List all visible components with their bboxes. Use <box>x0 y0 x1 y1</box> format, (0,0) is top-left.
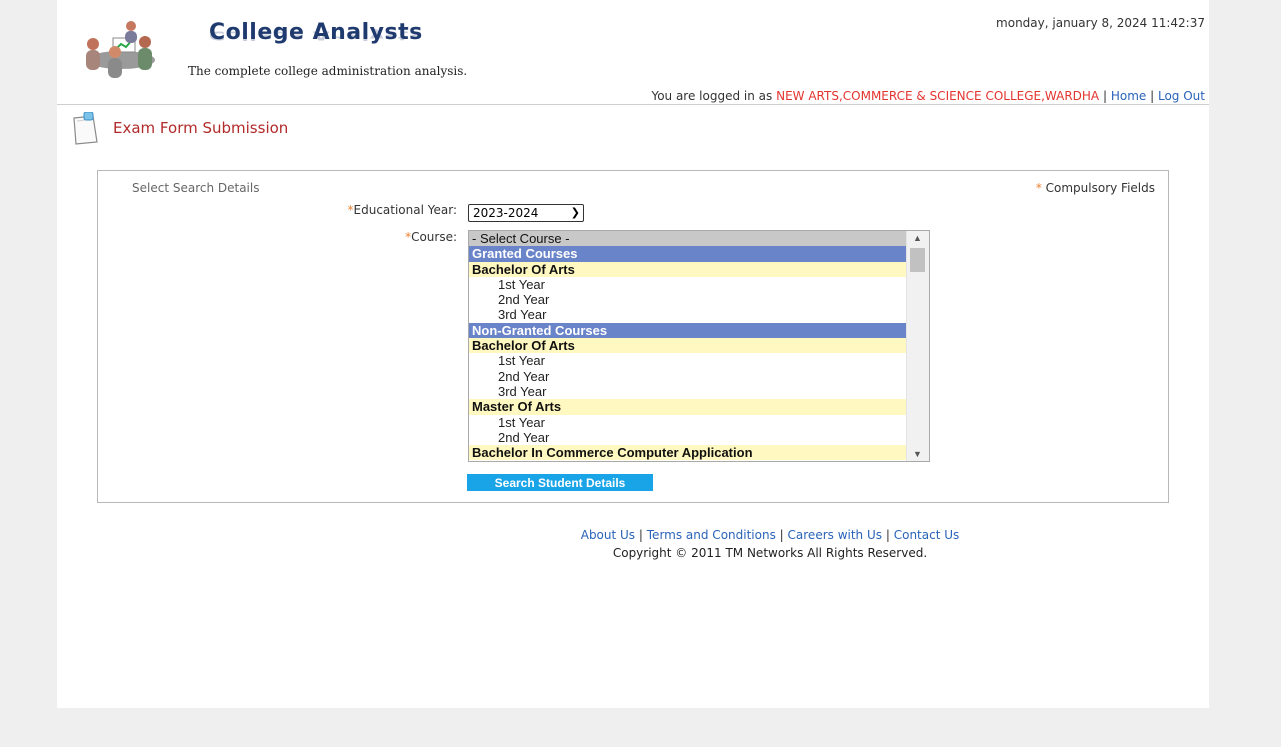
logout-link[interactable]: Log Out <box>1158 89 1205 103</box>
required-marker: * <box>1035 181 1042 195</box>
home-link[interactable]: Home <box>1111 89 1146 103</box>
educational-year-value: 2023-2024 <box>473 206 539 220</box>
course-option[interactable]: 2nd Year <box>469 430 929 445</box>
course-option[interactable]: 1st Year <box>469 277 929 292</box>
course-option[interactable]: Master Of Arts <box>469 399 929 415</box>
course-option[interactable]: 2nd Year <box>469 292 929 307</box>
brand-reflection: College Analysts <box>209 28 423 42</box>
compulsory-note: * Compulsory Fields <box>1036 181 1155 195</box>
compulsory-label: Compulsory Fields <box>1045 181 1155 195</box>
scroll-down-icon[interactable]: ▼ <box>913 449 922 459</box>
about-us-link[interactable]: About Us <box>581 528 635 542</box>
search-student-details-button[interactable]: Search Student Details <box>467 474 653 491</box>
separator: | <box>779 528 784 542</box>
chevron-down-icon: ❯ <box>570 206 580 219</box>
brand-tagline: The complete college administration anal… <box>188 64 468 78</box>
course-option[interactable]: 2nd Year <box>469 369 929 384</box>
scroll-thumb[interactable] <box>910 248 925 272</box>
course-option[interactable]: Non-Granted Courses <box>469 322 929 339</box>
course-list-scrollbar[interactable]: ▲ ▼ <box>906 231 929 461</box>
footer-links: About Us | Terms and Conditions | Career… <box>57 528 1281 542</box>
separator: | <box>638 528 643 542</box>
course-option[interactable]: 1st Year <box>469 353 929 368</box>
course-label: *Course: <box>405 230 457 244</box>
terms-link[interactable]: Terms and Conditions <box>647 528 776 542</box>
course-option[interactable]: Bachelor In Commerce Computer Applicatio… <box>469 445 929 461</box>
course-option[interactable]: Bachelor Of Arts <box>469 261 929 277</box>
course-option[interactable]: Bachelor Of Arts <box>469 338 929 354</box>
form-section-label: Select Search Details <box>132 181 260 195</box>
document-icon <box>73 112 98 145</box>
separator: | <box>1102 89 1108 103</box>
course-label-text: Course: <box>411 230 457 244</box>
copyright-text: Copyright © 2011 TM Networks All Rights … <box>612 546 928 560</box>
separator: | <box>1150 89 1155 103</box>
page-title: Exam Form Submission <box>113 119 289 137</box>
current-datetime: monday, january 8, 2024 11:42:37 <box>996 16 1205 30</box>
careers-link[interactable]: Careers with Us <box>788 528 882 542</box>
search-form: Select Search Details * Compulsory Field… <box>97 170 1169 503</box>
course-options: - Select Course - Granted Courses Bachelor… <box>469 231 929 461</box>
course-option[interactable]: - Select Course - <box>469 231 929 247</box>
login-status-bar: You are logged in as NEW ARTS,COMMERCE &… <box>651 89 1205 103</box>
course-listbox[interactable]: - Select Course - Granted Courses Bachelor… <box>468 230 930 462</box>
logged-in-college: NEW ARTS,COMMERCE & SCIENCE COLLEGE,WARD… <box>776 89 1100 103</box>
header-divider <box>57 104 1209 105</box>
people-chart-logo-icon <box>86 21 155 78</box>
educational-year-label: *Educational Year: <box>348 203 457 217</box>
contact-us-link[interactable]: Contact Us <box>894 528 960 542</box>
login-prefix: You are logged in as <box>651 89 773 103</box>
course-option[interactable]: 1st Year <box>469 415 929 430</box>
separator: | <box>885 528 890 542</box>
course-option[interactable]: 3rd Year <box>469 384 929 399</box>
educational-year-label-text: Educational Year: <box>353 203 457 217</box>
course-option[interactable]: 3rd Year <box>469 307 929 322</box>
page-container: College Analysts College Analysts The co… <box>57 0 1209 708</box>
educational-year-select[interactable]: 2023-2024 ❯ <box>468 204 584 222</box>
course-option[interactable]: Granted Courses <box>469 246 929 262</box>
scroll-up-icon[interactable]: ▲ <box>913 233 922 243</box>
site-logo[interactable]: College Analysts College Analysts The co… <box>69 12 473 82</box>
